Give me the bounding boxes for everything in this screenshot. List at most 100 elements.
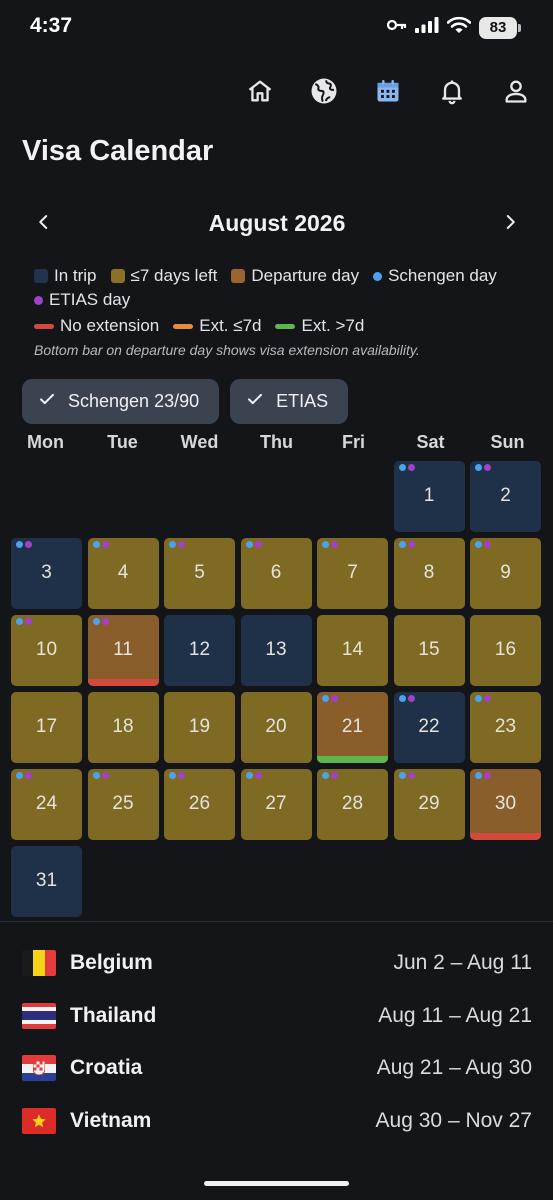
next-month-button[interactable] — [494, 208, 526, 240]
etias-day-dot — [25, 772, 32, 779]
day-number: 14 — [341, 639, 364, 660]
calendar-day[interactable]: 30 — [470, 769, 541, 840]
signal-icon — [415, 17, 439, 38]
nav-home-button[interactable] — [241, 72, 279, 114]
day-indicator-dots — [398, 695, 415, 702]
calendar-day[interactable]: 20 — [240, 692, 312, 763]
calendar-day[interactable]: 16 — [470, 615, 541, 686]
schengen-day-dot — [245, 772, 253, 779]
trip-country: Thailand — [70, 1003, 157, 1027]
calendar-day[interactable]: 28 — [317, 769, 388, 840]
trip-dates: Aug 30 – Nov 27 — [375, 1108, 532, 1132]
legend-swatch — [34, 323, 54, 329]
schengen-day-dot — [16, 541, 23, 548]
calendar-day[interactable]: 8 — [393, 538, 465, 609]
calendar-day[interactable]: 25 — [87, 769, 159, 840]
day-indicator-dots — [398, 772, 415, 779]
weekday-label: Mon — [27, 432, 64, 452]
legend-label: No extension — [60, 316, 160, 335]
calendar-day[interactable]: 26 — [164, 769, 235, 840]
home-icon — [246, 77, 274, 110]
calendar-day[interactable]: 22 — [393, 692, 465, 763]
day-number: 25 — [112, 793, 134, 814]
calendar-blank-cell — [317, 461, 388, 532]
schengen-day-dot — [16, 618, 23, 625]
legend-row-extensions: No extension Ext. ≤7d Ext. >7d — [34, 316, 534, 336]
calendar-day[interactable]: 4 — [87, 538, 159, 609]
legend-swatch — [34, 295, 43, 305]
globe-icon — [309, 76, 339, 111]
day-indicator-dots — [475, 695, 491, 702]
etias-day-dot — [331, 695, 338, 702]
day-indicator-dots — [245, 772, 262, 779]
calendar-day[interactable]: 2 — [470, 461, 541, 532]
extension-availability-bar — [87, 679, 159, 686]
calendar-day[interactable]: 18 — [87, 692, 159, 763]
calendar-grid: 1 2 3 4 5 6 7 8 9 10 11 12 13 14 15 16 17 18 19 20 21 22 23 24 2… — [11, 461, 544, 917]
calendar-day[interactable]: 3 — [11, 538, 82, 609]
calendar-day[interactable]: 23 — [470, 692, 541, 763]
calendar-day[interactable]: 17 — [11, 692, 82, 763]
trip-row-vietnam[interactable]: Vietnam Aug 30 – Nov 27 — [22, 1095, 532, 1148]
etias-day-dot — [101, 772, 109, 779]
trip-row-thailand[interactable]: Thailand Aug 11 – Aug 21 — [22, 990, 532, 1043]
etias-day-dot — [484, 464, 491, 471]
day-number: 21 — [341, 716, 364, 737]
legend: In trip ≤7 days left Departure day Schengen… — [34, 266, 534, 358]
day-number: 19 — [188, 716, 211, 737]
calendar-day[interactable]: 14 — [317, 615, 388, 686]
trip-row-belgium[interactable]: Belgium Jun 2 – Aug 11 — [22, 937, 532, 990]
nav-globe-button[interactable] — [305, 72, 343, 114]
etias-day-dot — [484, 772, 491, 779]
weekday-label: Tue — [107, 432, 138, 452]
schengen-day-dot — [169, 772, 176, 779]
calendar-day[interactable]: 19 — [164, 692, 235, 763]
nav-notifications-button[interactable] — [433, 72, 471, 114]
calendar-day[interactable]: 27 — [240, 769, 312, 840]
check-icon — [246, 390, 264, 413]
schengen-day-dot — [92, 772, 100, 779]
legend-swatch — [110, 269, 125, 283]
calendar-day[interactable]: 29 — [393, 769, 465, 840]
calendar-blank-cell — [241, 461, 312, 532]
legend-note: Bottom bar on departure day shows visa e… — [34, 342, 420, 358]
home-indicator[interactable] — [204, 1181, 349, 1186]
calendar-day[interactable]: 7 — [317, 538, 388, 609]
calendar-day[interactable]: 9 — [470, 538, 541, 609]
day-indicator-dots — [92, 772, 109, 779]
calendar-day[interactable]: 15 — [393, 615, 465, 686]
calendar-day[interactable]: 6 — [240, 538, 312, 609]
day-number: 29 — [418, 793, 440, 814]
day-number: 6 — [270, 562, 282, 583]
calendar-day[interactable]: 13 — [240, 615, 312, 686]
day-indicator-dots — [169, 541, 185, 548]
chevron-right-icon — [501, 213, 519, 236]
calendar-day[interactable]: 5 — [164, 538, 235, 609]
etias-day-dot — [484, 541, 491, 548]
trip-row-croatia[interactable]: Croatia Aug 21 – Aug 30 — [22, 1042, 532, 1095]
calendar-day[interactable]: 11 — [87, 615, 159, 686]
calendar-day[interactable]: 24 — [11, 769, 82, 840]
day-number: 27 — [265, 793, 287, 814]
etias-day-dot — [484, 695, 491, 702]
top-nav — [241, 72, 535, 114]
calendar-blank-cell — [11, 461, 82, 532]
calendar-day[interactable]: 31 — [11, 846, 82, 917]
chip-schengen[interactable]: Schengen 23/90 — [22, 379, 220, 424]
calendar-day[interactable]: 1 — [393, 461, 465, 532]
schengen-day-dot — [92, 541, 100, 548]
day-indicator-dots — [245, 541, 262, 548]
legend-label: Ext. ≤7d — [199, 316, 262, 335]
nav-calendar-button[interactable] — [369, 72, 407, 114]
nav-profile-button[interactable] — [497, 72, 535, 114]
day-number: 10 — [35, 639, 58, 660]
weekday-label: Wed — [180, 432, 219, 452]
schengen-day-dot — [475, 695, 482, 702]
legend-item: No extension — [34, 316, 159, 336]
calendar-day[interactable]: 12 — [164, 615, 235, 686]
calendar-day[interactable]: 21 — [317, 692, 388, 763]
calendar-day[interactable]: 10 — [11, 615, 82, 686]
day-indicator-dots — [398, 464, 415, 471]
chip-etias[interactable]: ETIAS — [230, 379, 349, 424]
day-number: 24 — [35, 793, 58, 814]
